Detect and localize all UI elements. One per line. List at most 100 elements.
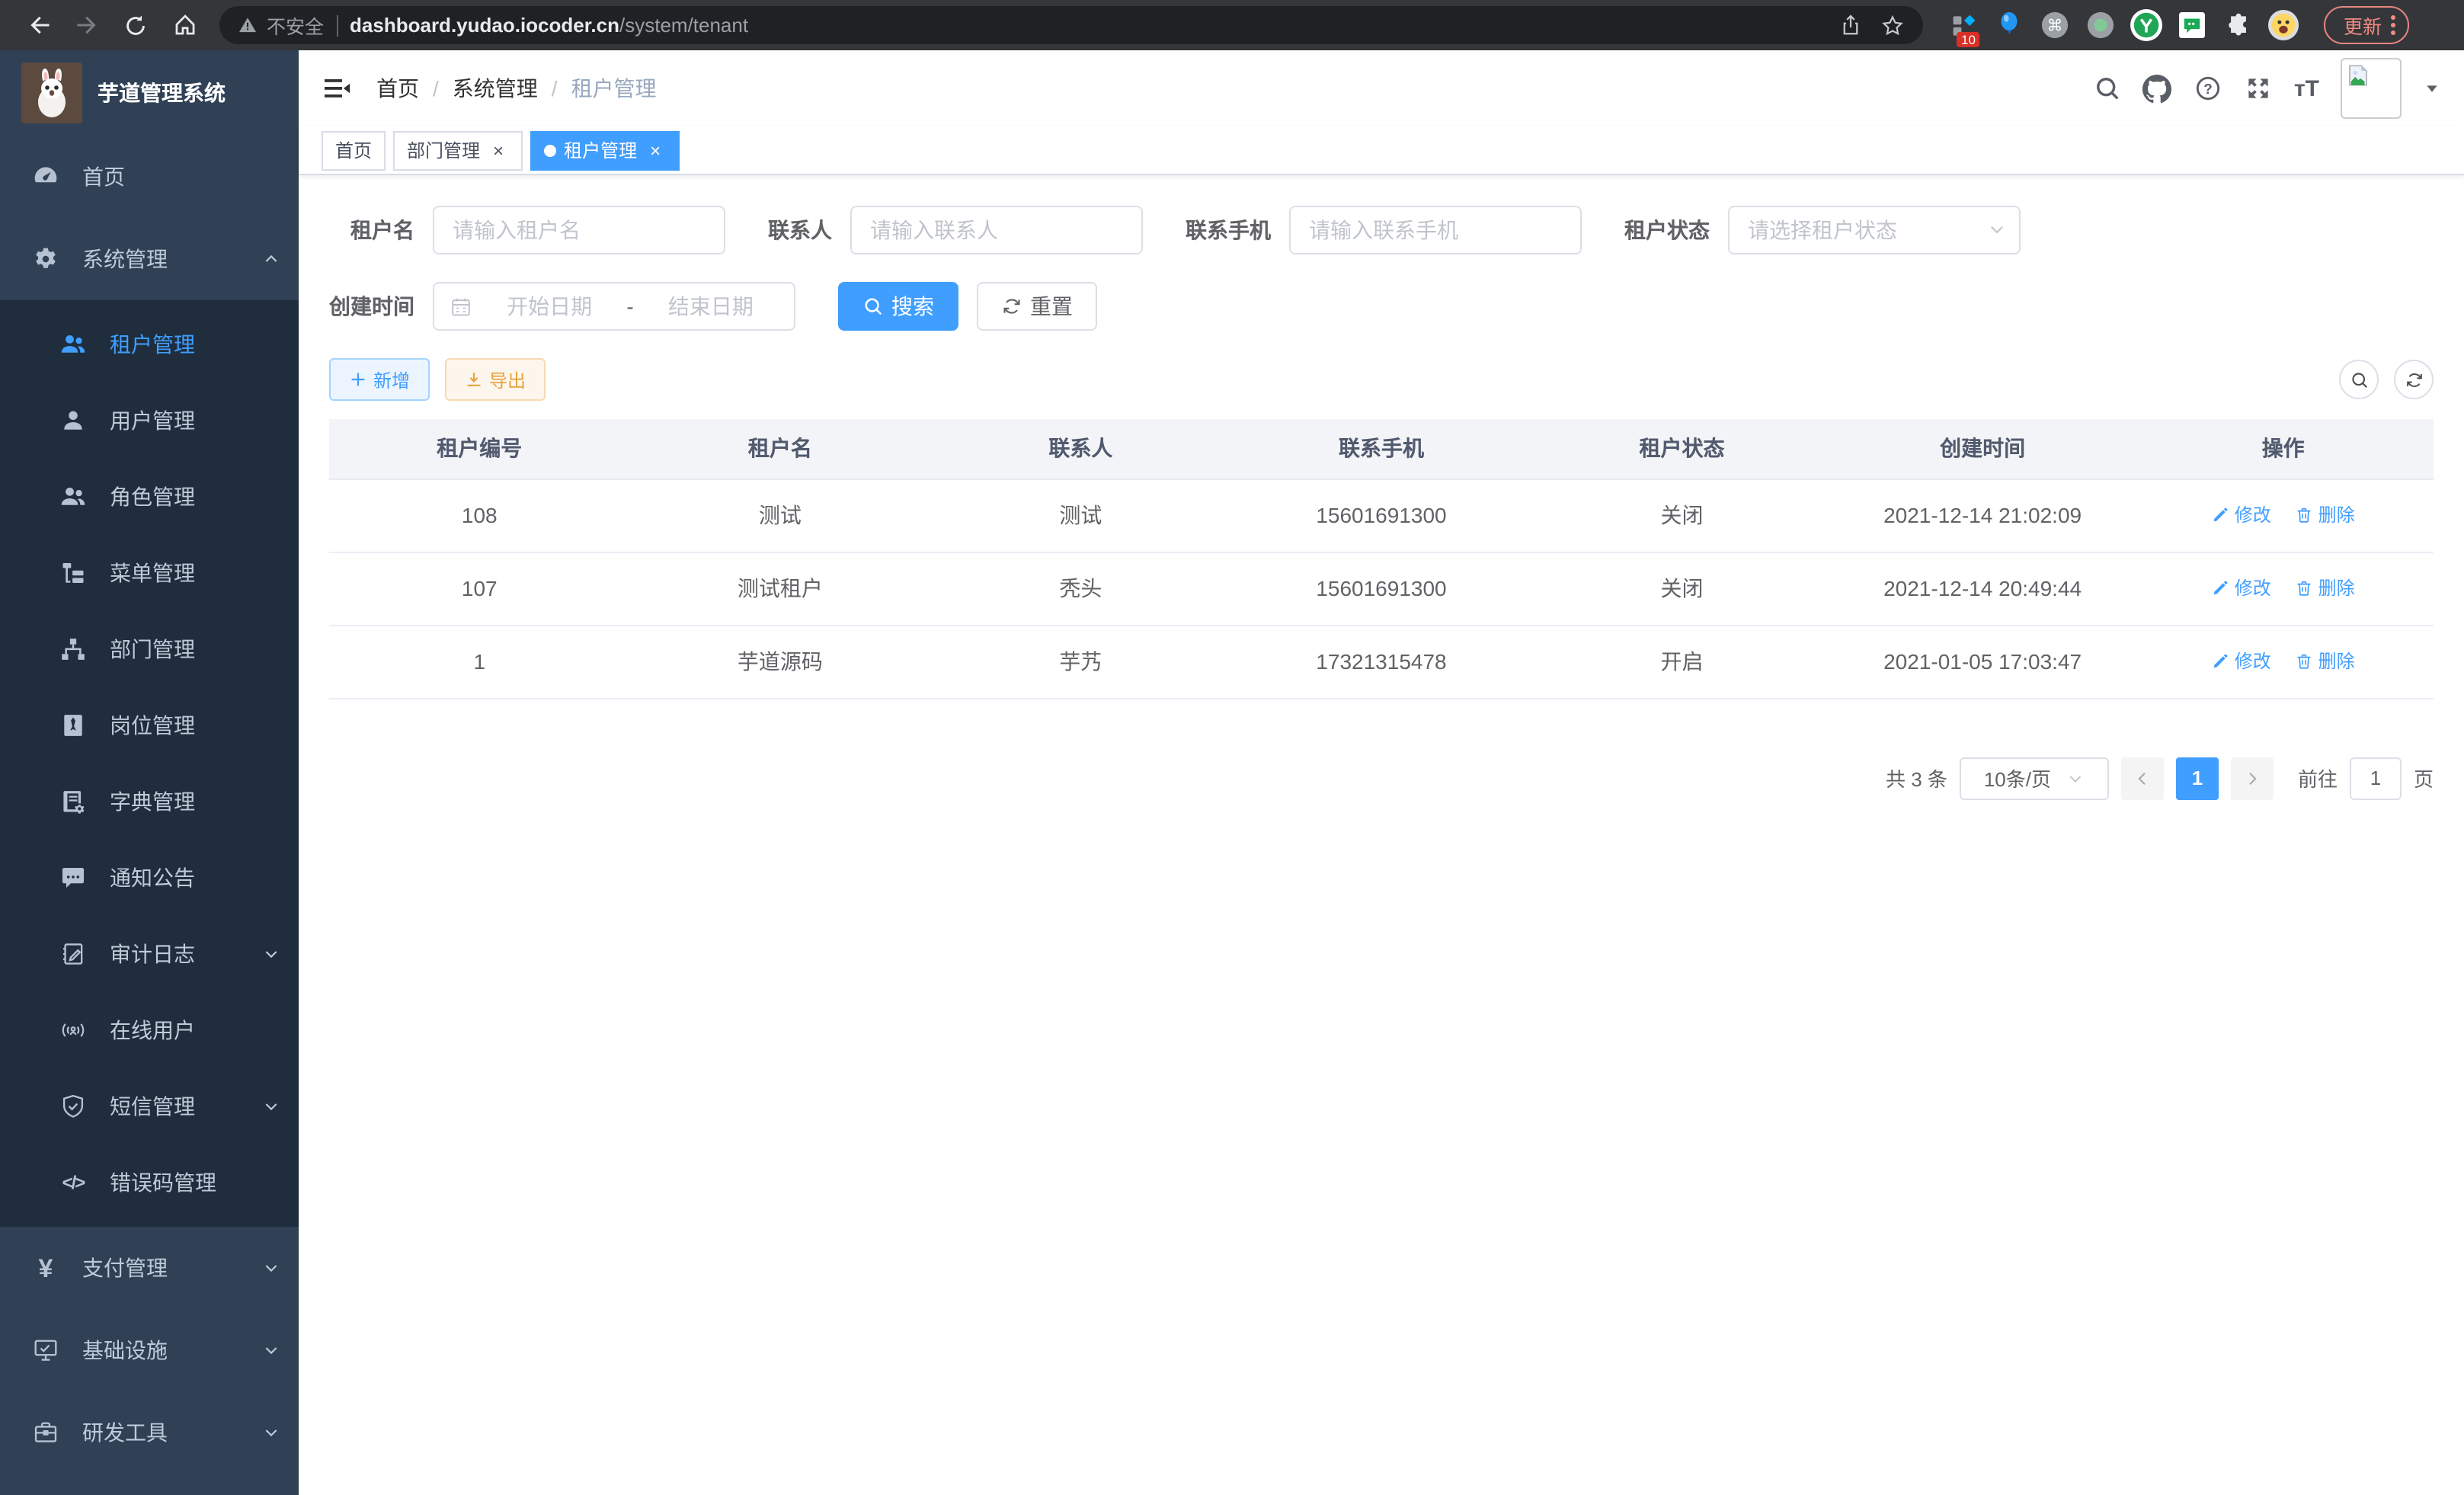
recorder-extension-icon[interactable] [2085,9,2117,41]
goto-page-input[interactable] [2350,757,2402,799]
tenant-table: 租户编号 租户名 联系人 联系手机 租户状态 创建时间 操作 108 测试 [329,419,2434,699]
pagination: 共 3 条 10条/页 1 前往 页 [329,757,2434,799]
sidebar-item-dev-tools[interactable]: 研发工具 [0,1391,299,1474]
refresh-icon [1001,296,1022,317]
browser-reload-icon[interactable] [116,5,155,45]
sidebar-item-audit-log[interactable]: 审计日志 [0,916,299,992]
sidebar-item-menu[interactable]: 菜单管理 [0,535,299,611]
page-url[interactable]: dashboard.yudao.iocoder.cn/system/tenant [350,14,748,37]
sidebar-item-error-code[interactable]: </> 错误码管理 [0,1144,299,1221]
sidebar-item-sms[interactable]: 短信管理 [0,1068,299,1144]
pinned-extension-icon[interactable]: 10 [1947,9,1979,41]
breadcrumb-system[interactable]: 系统管理 [453,73,538,104]
breadcrumb: 首页 / 系统管理 / 租户管理 [376,73,657,104]
tree-table-icon [58,558,88,588]
chevron-down-icon [262,1341,280,1359]
browser-back-icon[interactable] [18,5,58,45]
sidebar-item-notice[interactable]: 通知公告 [0,840,299,916]
table-header-row: 租户编号 租户名 联系人 联系手机 租户状态 创建时间 操作 [329,419,2434,479]
balloon-extension-icon[interactable] [1993,9,2025,41]
tag-home[interactable]: 首页 [322,130,386,170]
tenant-name-label: 租户名 [329,215,414,245]
show-search-button[interactable] [2339,360,2379,399]
sidebar-item-dept[interactable]: 部门管理 [0,611,299,687]
page-content: 租户名 联系人 联系手机 租户状态 [299,175,2464,1495]
font-size-icon[interactable]: тT [2294,75,2319,101]
chat-extension-icon[interactable] [2176,9,2208,41]
delete-button[interactable]: 删除 [2296,575,2355,601]
page-suffix: 页 [2414,764,2434,792]
delete-button[interactable]: 删除 [2296,502,2355,528]
navbar-actions: ? тT [2093,58,2441,119]
command-extension-icon[interactable]: ⌘ [2039,9,2071,41]
help-icon[interactable]: ? [2194,74,2222,103]
col-create-time: 创建时间 [1832,419,2133,479]
col-mobile: 联系手机 [1231,419,1532,479]
share-icon[interactable] [1839,14,1862,37]
browser-menu-icon[interactable] [2391,15,2395,35]
page-size-select[interactable]: 10条/页 [1960,757,2109,799]
next-page-button[interactable] [2231,757,2274,799]
sidebar-item-online-user[interactable]: 在线用户 [0,992,299,1068]
tenant-name-input[interactable] [433,206,725,255]
sidebar-collapse-icon[interactable] [322,73,352,104]
tag-dept[interactable]: 部门管理× [393,130,523,170]
edit-pencil-icon [2212,652,2230,671]
edit-pencil-icon [2212,506,2230,524]
plus-icon [349,370,367,389]
browser-home-icon[interactable] [165,5,204,45]
sidebar-item-user[interactable]: 用户管理 [0,383,299,459]
sidebar-item-system[interactable]: 系统管理 [0,218,299,300]
search-icon[interactable] [2093,74,2122,103]
edit-button[interactable]: 修改 [2212,648,2271,674]
bookmark-star-icon[interactable] [1880,13,1905,37]
edit-pencil-icon [2212,579,2230,597]
extensions-puzzle-icon[interactable] [2222,9,2254,41]
browser-forward-icon[interactable] [67,5,107,45]
page-1-button[interactable]: 1 [2176,757,2219,799]
delete-button[interactable]: 删除 [2296,648,2355,674]
avatar[interactable] [2341,58,2402,119]
status-select[interactable] [1728,206,2021,255]
contact-input[interactable] [850,206,1143,255]
sidebar-item-home[interactable]: 首页 [0,136,299,218]
breadcrumb-home[interactable]: 首页 [376,73,419,104]
search-button[interactable]: 搜索 [838,282,958,331]
address-bar[interactable]: 不安全 dashboard.yudao.iocoder.cn/system/te… [219,6,1923,44]
fullscreen-icon[interactable] [2244,74,2273,103]
sidebar-logo[interactable]: 芋道管理系统 [0,50,299,136]
sidebar-item-pay[interactable]: ¥ 支付管理 [0,1227,299,1309]
browser-update-button[interactable]: 更新 [2324,6,2409,44]
prev-page-button[interactable] [2121,757,2164,799]
chevron-down-icon [1987,219,2007,239]
tree-icon [58,634,88,664]
col-tenant-id: 租户编号 [329,419,630,479]
export-button[interactable]: 导出 [445,358,546,401]
close-icon[interactable]: × [645,139,666,161]
sidebar-item-infra[interactable]: 基础设施 [0,1309,299,1391]
y-logo-extension-icon[interactable] [2130,9,2162,41]
sidebar-item-role[interactable]: 角色管理 [0,459,299,535]
add-button[interactable]: 新增 [329,358,430,401]
sidebar-item-post[interactable]: 岗位管理 [0,687,299,764]
sidebar-item-tenant[interactable]: 租户管理 [0,306,299,383]
system-submenu: 租户管理 用户管理 角色管理 菜单管理 [0,300,299,1227]
calendar-icon [450,295,472,318]
chevron-down-icon [2066,769,2085,787]
tag-tenant[interactable]: 租户管理× [530,130,680,170]
reset-button[interactable]: 重置 [977,282,1097,331]
filter-row-1: 租户名 联系人 联系手机 租户状态 [329,206,2434,255]
security-status[interactable]: 不安全 [238,11,324,40]
github-icon[interactable] [2143,74,2172,103]
caret-down-icon[interactable] [2423,79,2441,98]
edit-button[interactable]: 修改 [2212,502,2271,528]
online-icon [58,1015,88,1045]
sidebar-item-dict[interactable]: 字典管理 [0,764,299,840]
profile-avatar-icon[interactable] [2267,9,2299,41]
refresh-table-button[interactable] [2394,360,2434,399]
omnibox-divider [336,14,338,36]
mobile-input[interactable] [1289,206,1582,255]
close-icon[interactable]: × [488,139,509,161]
edit-button[interactable]: 修改 [2212,575,2271,601]
date-range-picker[interactable]: 开始日期 - 结束日期 [433,282,795,331]
